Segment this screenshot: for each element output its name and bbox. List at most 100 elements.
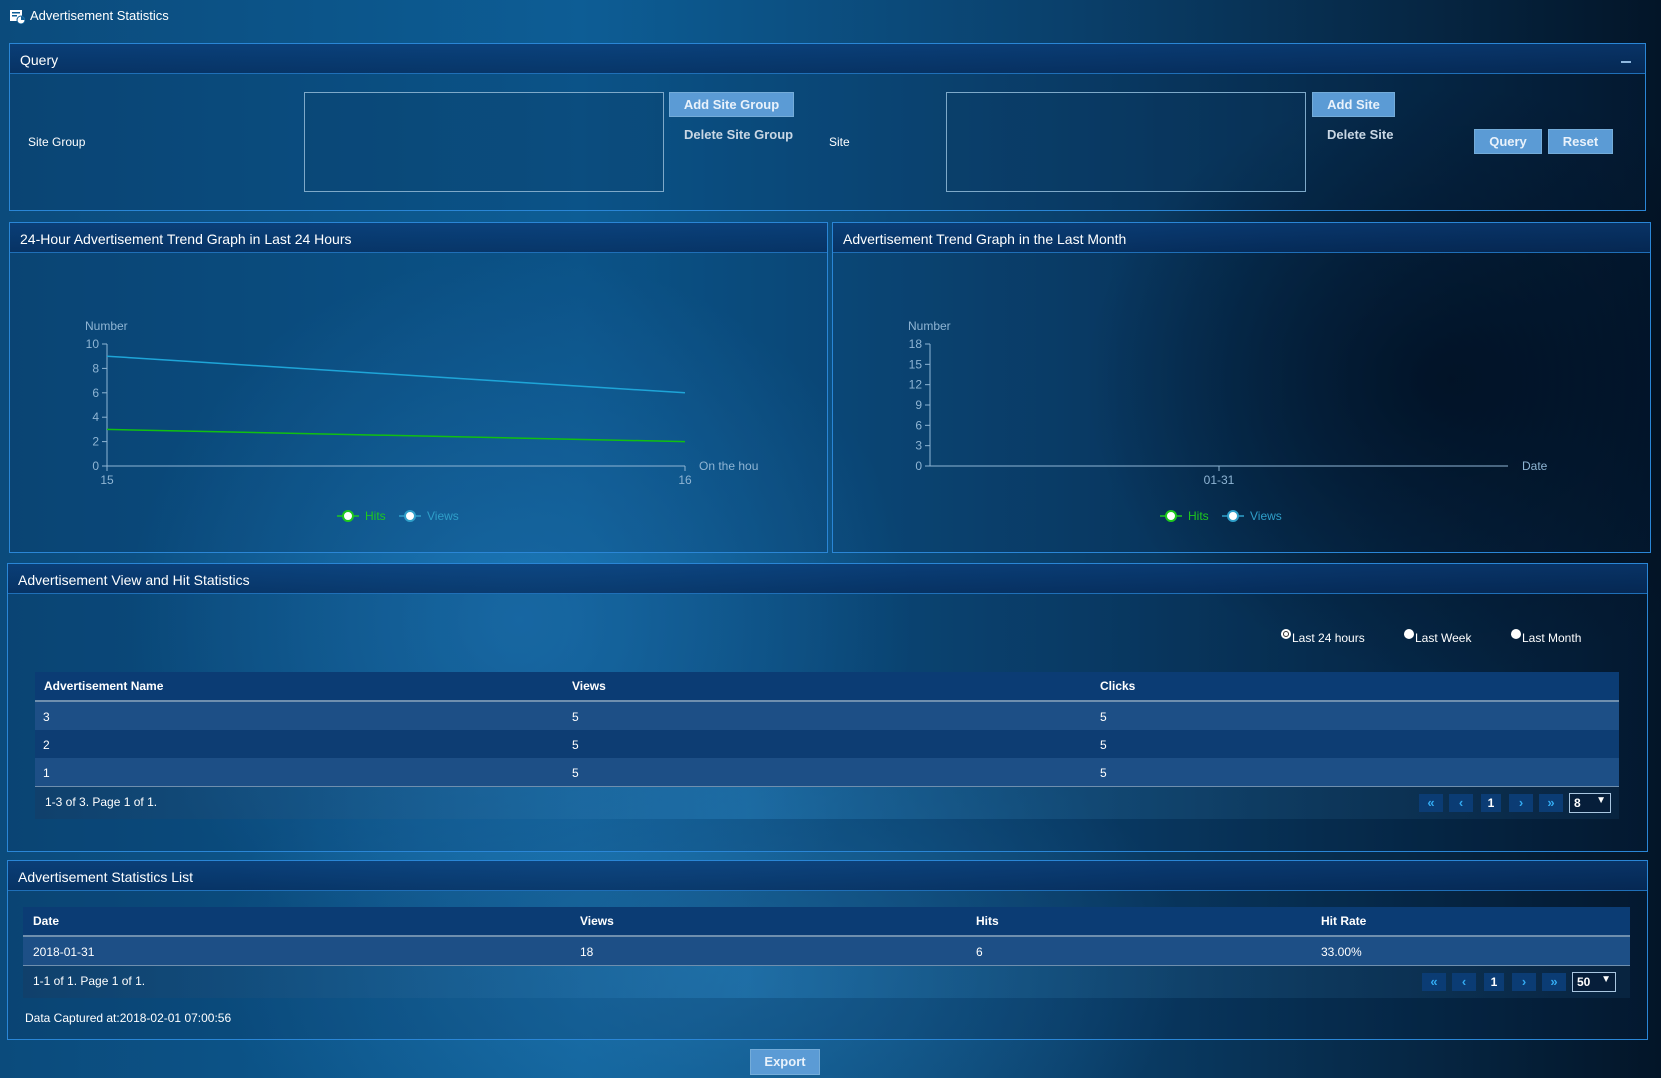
cell: 5 <box>572 766 579 780</box>
reset-button[interactable]: Reset <box>1548 129 1613 154</box>
first-page-icon[interactable]: « <box>1419 794 1443 812</box>
x-tick-label: 15 <box>100 473 114 487</box>
pager-info: 1-1 of 1. Page 1 of 1. <box>33 974 146 988</box>
radio-unchecked-icon[interactable] <box>1404 629 1414 639</box>
legend-label: Views <box>1250 509 1282 523</box>
x-tick-label: 16 <box>678 473 692 487</box>
cell: 2018-01-31 <box>33 945 95 959</box>
cell: 5 <box>572 738 579 752</box>
y-tick-label: 2 <box>92 435 99 449</box>
series-line-hits <box>106 428 686 443</box>
column-header[interactable]: Date <box>33 914 59 928</box>
view-hit-title: Advertisement View and Hit Statistics <box>18 572 250 588</box>
hourly-trend-header: 24-Hour Advertisement Trend Graph in Las… <box>10 223 827 253</box>
hourly-trend-panel: 24-Hour Advertisement Trend Graph in Las… <box>9 222 828 553</box>
y-axis-label: Number <box>85 319 128 333</box>
export-button[interactable]: Export <box>750 1049 820 1075</box>
column-header[interactable]: Hits <box>976 914 999 928</box>
site-group-listbox[interactable] <box>304 92 664 192</box>
legend-marker <box>1227 510 1239 522</box>
y-tick-label: 18 <box>909 337 923 351</box>
add-site-group-button[interactable]: Add Site Group <box>669 92 794 117</box>
y-tick-label: 8 <box>92 361 99 375</box>
query-panel-header: Query <box>10 44 1645 74</box>
table-header: Date Views Hits Hit Rate <box>23 907 1630 937</box>
stats-list-header: Advertisement Statistics List <box>8 861 1647 891</box>
prev-page-icon[interactable]: ‹ <box>1452 973 1476 991</box>
radio-label: Last Month <box>1522 631 1582 645</box>
delete-site-group-button[interactable]: Delete Site Group <box>684 127 793 142</box>
column-header[interactable]: Views <box>580 914 614 928</box>
collapse-icon[interactable] <box>1621 61 1631 63</box>
stats-list-title: Advertisement Statistics List <box>18 869 194 885</box>
y-axis-label: Number <box>908 319 951 333</box>
page-size-select[interactable]: 50 ▼ <box>1572 972 1616 992</box>
cell: 5 <box>1100 766 1107 780</box>
statistics-logo-icon <box>10 10 25 24</box>
page-size-select[interactable]: 8 ▼ <box>1569 793 1611 813</box>
page-size-value: 8 <box>1574 796 1581 810</box>
y-tick-label: 12 <box>909 378 923 392</box>
table-row[interactable]: 3 5 5 <box>35 702 1619 730</box>
site-label: Site <box>829 135 850 149</box>
add-site-button[interactable]: Add Site <box>1312 92 1395 117</box>
y-tick-label: 4 <box>92 410 99 424</box>
monthly-trend-chart: Number 0 3 6 9 12 15 18 01-31 Date Hits Views <box>908 319 1548 523</box>
chevron-down-icon: ▼ <box>1596 795 1606 806</box>
table-pager: 1-1 of 1. Page 1 of 1. « ‹ 1 › » 50 ▼ <box>23 965 1630 998</box>
x-tick-label: 01-31 <box>1204 473 1235 487</box>
next-page-icon[interactable]: › <box>1509 794 1533 812</box>
radio-checked-icon[interactable] <box>1281 629 1291 639</box>
legend-label: Hits <box>1188 509 1209 523</box>
cell: 5 <box>1100 738 1107 752</box>
table-header: Advertisement Name Views Clicks <box>35 672 1619 702</box>
y-tick-label: 0 <box>915 459 922 473</box>
last-page-icon[interactable]: » <box>1542 973 1566 991</box>
prev-page-icon[interactable]: ‹ <box>1449 794 1473 812</box>
query-panel: Query Site Group Add Site Group Delete S… <box>9 43 1646 211</box>
cell: 33.00% <box>1321 945 1362 959</box>
pager-info: 1-3 of 3. Page 1 of 1. <box>45 795 158 809</box>
site-listbox[interactable] <box>946 92 1306 192</box>
chevron-down-icon: ▼ <box>1601 974 1611 985</box>
legend-label: Hits <box>365 509 386 523</box>
current-page[interactable]: 1 <box>1484 973 1504 991</box>
cell: 5 <box>1100 710 1107 724</box>
delete-site-button[interactable]: Delete Site <box>1327 127 1393 142</box>
series-line-views <box>106 355 686 394</box>
y-tick-label: 15 <box>909 357 923 371</box>
current-page[interactable]: 1 <box>1481 794 1501 812</box>
legend-marker <box>1165 510 1177 522</box>
y-tick-label: 6 <box>915 418 922 432</box>
query-button[interactable]: Query <box>1474 129 1542 154</box>
column-header[interactable]: Advertisement Name <box>44 679 163 693</box>
cell: 5 <box>572 710 579 724</box>
table-row[interactable]: 2018-01-31 18 6 33.00% <box>23 937 1630 965</box>
last-page-icon[interactable]: » <box>1539 794 1563 812</box>
legend-marker <box>404 510 416 522</box>
radio-label: Last Week <box>1415 631 1472 645</box>
monthly-trend-panel: Advertisement Trend Graph in the Last Mo… <box>832 222 1651 553</box>
radio-unchecked-icon[interactable] <box>1511 629 1521 639</box>
top-bar: Advertisement Statistics <box>0 0 1661 32</box>
cell: 2 <box>43 738 50 752</box>
monthly-trend-title: Advertisement Trend Graph in the Last Mo… <box>843 231 1127 247</box>
column-header[interactable]: Clicks <box>1100 679 1135 693</box>
view-hit-panel: Advertisement View and Hit Statistics La… <box>7 563 1648 852</box>
cell: 18 <box>580 945 594 959</box>
column-header[interactable]: Views <box>572 679 606 693</box>
page-size-value: 50 <box>1577 975 1591 989</box>
column-header[interactable]: Hit Rate <box>1321 914 1366 928</box>
table-pager: 1-3 of 3. Page 1 of 1. « ‹ 1 › » 8 ▼ <box>35 786 1619 819</box>
radio-label: Last 24 hours <box>1292 631 1365 645</box>
cell: 3 <box>43 710 50 724</box>
page-title: Advertisement Statistics <box>30 8 169 23</box>
table-row[interactable]: 2 5 5 <box>35 730 1619 758</box>
query-panel-title: Query <box>20 52 59 68</box>
first-page-icon[interactable]: « <box>1422 973 1446 991</box>
next-page-icon[interactable]: › <box>1512 973 1536 991</box>
site-group-label: Site Group <box>28 135 86 149</box>
table-row[interactable]: 1 5 5 <box>35 758 1619 786</box>
legend-label: Views <box>427 509 459 523</box>
y-tick-label: 10 <box>86 337 100 351</box>
